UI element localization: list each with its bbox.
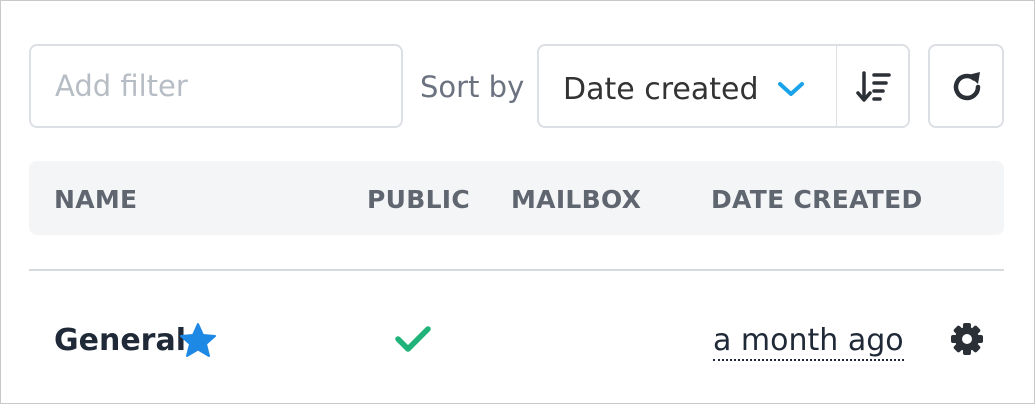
star-icon[interactable]: [179, 322, 217, 358]
panel: Sort by Date created NAME PUBLIC MAILBOX…: [0, 0, 1035, 404]
check-icon: [395, 326, 431, 352]
table-header: NAME PUBLIC MAILBOX DATE CREATED: [29, 161, 1004, 235]
column-header-date-created[interactable]: DATE CREATED: [711, 185, 923, 215]
filter-input[interactable]: [29, 44, 403, 128]
column-header-mailbox[interactable]: MAILBOX: [511, 185, 641, 215]
chevron-down-icon: [778, 82, 804, 96]
refresh-button[interactable]: [928, 44, 1004, 128]
column-header-name[interactable]: NAME: [54, 185, 137, 215]
sort-select[interactable]: Date created: [537, 44, 837, 128]
row-name[interactable]: General: [54, 323, 186, 359]
sort-direction-button[interactable]: [836, 44, 910, 128]
sort-select-value: Date created: [563, 72, 759, 107]
row-date-created[interactable]: a month ago: [713, 323, 904, 361]
column-header-public[interactable]: PUBLIC: [367, 185, 470, 215]
divider: [29, 269, 1004, 271]
sort-descending-icon: [856, 71, 891, 102]
sort-by-label: Sort by: [420, 70, 525, 104]
refresh-icon: [953, 72, 981, 101]
gear-icon[interactable]: [949, 321, 985, 357]
